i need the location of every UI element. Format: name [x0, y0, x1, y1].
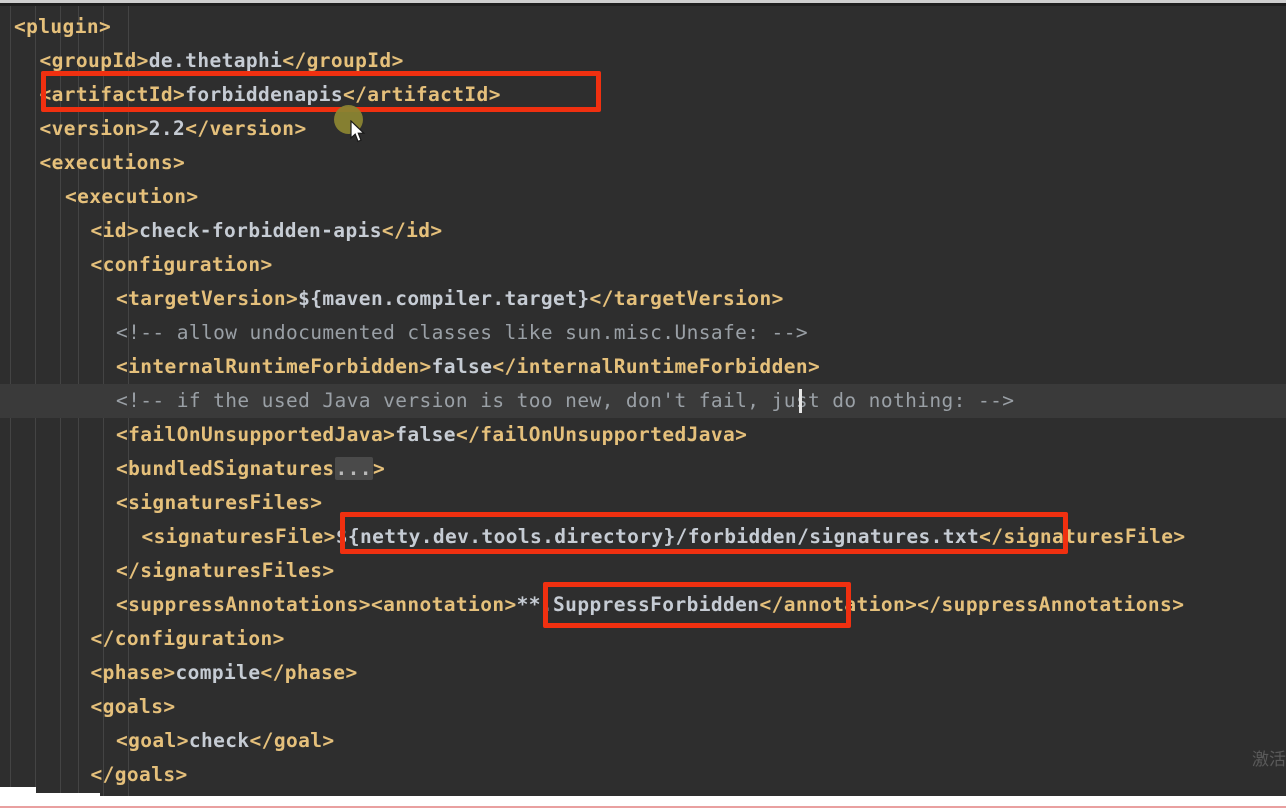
mouse-pointer-icon: [350, 119, 368, 148]
code-line[interactable]: <executions>: [40, 146, 186, 180]
code-token-tag: <configuration>: [90, 253, 273, 276]
code-token-val: false: [431, 355, 493, 378]
code-token-val: compile: [175, 661, 261, 684]
code-line[interactable]: <signaturesFile>${netty.dev.tools.direct…: [142, 520, 1186, 554]
code-token-tag: <signaturesFiles>: [116, 491, 323, 514]
code-token-tag: </version>: [185, 117, 307, 140]
code-token-tag: </groupId>: [282, 49, 404, 72]
code-token-tag: </failOnUnsupportedJava>: [455, 423, 748, 446]
code-token-tag: </internalRuntimeForbidden>: [492, 355, 821, 378]
code-token-tag: </artifactId>: [343, 83, 501, 106]
code-line[interactable]: <configuration>: [91, 248, 273, 282]
code-token-comment: <!-- allow undocumented classes like sun…: [116, 321, 808, 344]
code-line[interactable]: <!-- if the used Java version is too new…: [116, 384, 1014, 418]
code-line[interactable]: <targetVersion>${maven.compiler.target}<…: [116, 282, 784, 316]
code-token-tag: </configuration>: [90, 627, 285, 650]
code-token-val: ${maven.compiler.target}: [298, 287, 590, 310]
code-line[interactable]: <version>2.2</version>: [40, 112, 307, 146]
code-token-tag: </goal>: [249, 729, 335, 752]
code-token-tag: <execution>: [65, 185, 199, 208]
bottom-red-rule: [0, 806, 1286, 808]
code-token-tag: >: [372, 457, 386, 480]
code-line[interactable]: <execution>: [65, 180, 199, 214]
code-token-val: ${netty.dev.tools.directory}/forbidden/s…: [335, 525, 980, 548]
code-token-tag: <groupId>: [39, 49, 149, 72]
code-token-fold: ...: [334, 457, 373, 480]
watermark-line-1: 激活: [1252, 750, 1286, 770]
code-line[interactable]: <id>check-forbidden-apis</id>: [91, 214, 443, 248]
code-editor-surface[interactable]: <plugin> <groupId>de.thetaphi</groupId> <a…: [0, 6, 1286, 796]
code-token-tag: </targetVersion>: [589, 287, 784, 310]
code-line[interactable]: <goal>check</goal>: [116, 724, 335, 758]
code-line[interactable]: </configuration>: [91, 622, 285, 656]
code-line[interactable]: <signaturesFiles>: [116, 486, 322, 520]
code-line[interactable]: <suppressAnnotations><annotation>**.Supp…: [116, 588, 1184, 622]
code-token-tag: <artifactId>: [39, 83, 186, 106]
code-token-tag: <phase>: [90, 661, 176, 684]
code-token-tag: </annotation></suppressAnnotations>: [759, 593, 1185, 616]
code-token-tag: <id>: [90, 219, 140, 242]
code-token-tag: <suppressAnnotations><annotation>: [116, 593, 517, 616]
code-token-tag: </id>: [381, 219, 443, 242]
bottom-window-band: [0, 796, 1286, 812]
text-caret: [799, 389, 802, 413]
code-line[interactable]: <goals>: [91, 690, 176, 724]
code-line[interactable]: </signaturesFiles>: [116, 554, 335, 588]
code-line[interactable]: <phase>compile</phase>: [91, 656, 358, 690]
code-line[interactable]: <groupId>de.thetaphi</groupId>: [40, 44, 404, 78]
code-token-val: **.SuppressForbidden: [516, 593, 760, 616]
code-token-tag: </signaturesFile>: [979, 525, 1186, 548]
code-line[interactable]: </goals>: [91, 758, 188, 792]
code-line[interactable]: <internalRuntimeForbidden>false</interna…: [116, 350, 820, 384]
code-token-tag: <failOnUnsupportedJava>: [116, 423, 396, 446]
code-token-tag: </signaturesFiles>: [116, 559, 335, 582]
code-token-comment: <!-- if the used Java version is too new…: [116, 389, 1015, 412]
code-token-val: 2.2: [148, 117, 186, 140]
code-token-tag: </goals>: [90, 763, 188, 786]
code-token-tag: </phase>: [260, 661, 358, 684]
code-token-tag: <targetVersion>: [116, 287, 299, 310]
code-token-val: de.thetaphi: [148, 49, 283, 72]
code-token-tag: <internalRuntimeForbidden>: [116, 355, 432, 378]
code-token-val: check-forbidden-apis: [139, 219, 382, 242]
code-token-tag: <plugin>: [14, 15, 112, 38]
code-token-tag: <goal>: [116, 729, 189, 752]
code-line[interactable]: <!-- allow undocumented classes like sun…: [116, 316, 808, 350]
code-token-val: forbiddenapis: [185, 83, 344, 106]
code-token-val: check: [188, 729, 250, 752]
ide-editor-screenshot: <plugin> <groupId>de.thetaphi</groupId> <a…: [0, 0, 1286, 812]
code-token-tag: <bundledSignatures: [116, 457, 335, 480]
code-token-tag: <signaturesFile>: [141, 525, 336, 548]
code-line[interactable]: <plugin>: [14, 10, 111, 44]
code-token-tag: <executions>: [39, 151, 186, 174]
code-token-tag: <version>: [39, 117, 149, 140]
code-line[interactable]: <artifactId>forbiddenapis</artifactId>: [40, 78, 501, 112]
code-token-tag: <goals>: [90, 695, 176, 718]
code-line[interactable]: <bundledSignatures...>: [116, 452, 385, 486]
code-line[interactable]: <failOnUnsupportedJava>false</failOnUnsu…: [116, 418, 747, 452]
code-token-val: false: [395, 423, 456, 446]
